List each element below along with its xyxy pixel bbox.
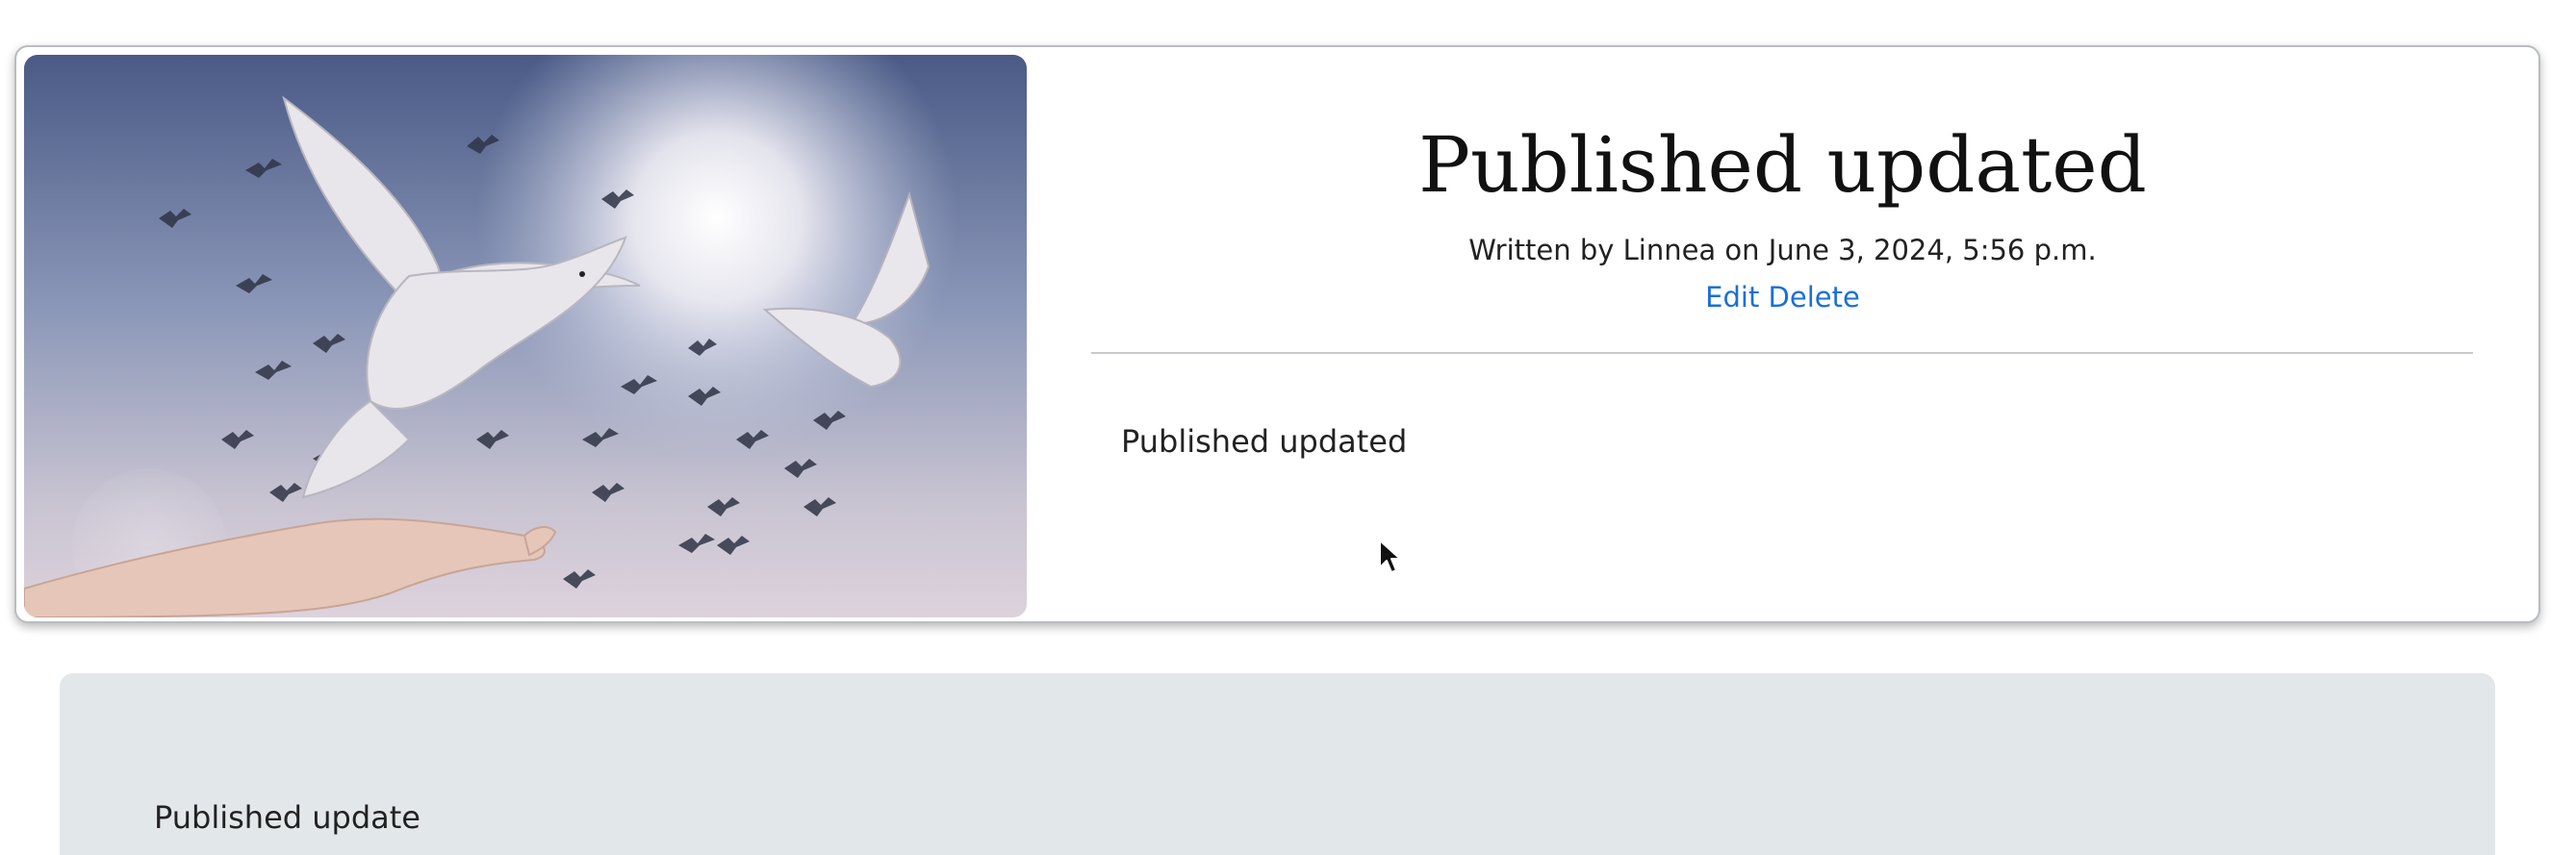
comment-box: Published update [60, 673, 2495, 855]
post-actions: Edit Delete [1069, 280, 2496, 314]
comment-text: Published update [154, 799, 421, 836]
post-image [24, 55, 1027, 617]
delete-link[interactable]: Delete [1769, 281, 1860, 314]
post-body: Published updated [1121, 423, 1408, 460]
post-card: Published updated Written by Linnea on J… [14, 45, 2540, 623]
post-meta: Written by Linnea on June 3, 2024, 5:56 … [1468, 234, 2097, 266]
post-title: Published updated [1418, 120, 2147, 210]
edit-link[interactable]: Edit [1705, 281, 1759, 314]
divider [1091, 352, 2473, 354]
